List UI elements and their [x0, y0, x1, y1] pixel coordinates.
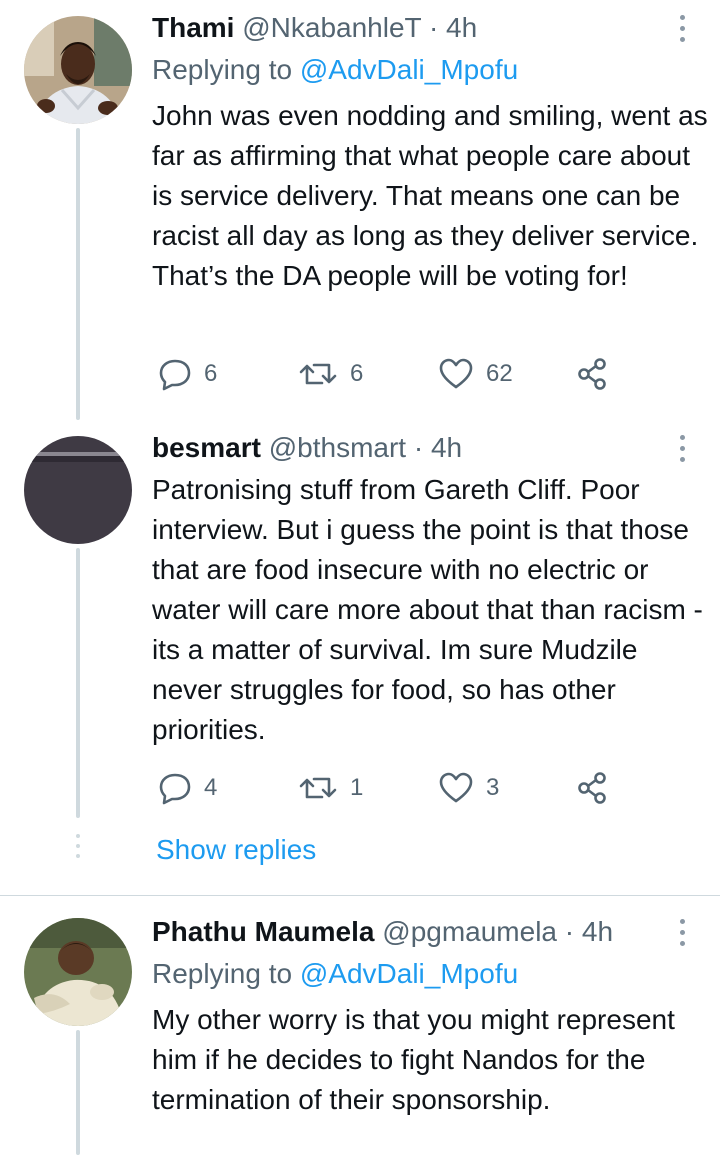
author-handle[interactable]: @pgmaumela — [382, 916, 557, 947]
tweet-header: besmart @bthsmart · 4h — [152, 428, 462, 468]
retweet-count: 1 — [350, 774, 364, 801]
tweet-3[interactable]: Phathu Maumela @pgmaumela · 4h Replying … — [0, 896, 720, 1155]
thread-dots — [76, 834, 80, 864]
avatar-besmart[interactable] — [24, 436, 132, 544]
thread-line — [76, 548, 80, 818]
tweet-1[interactable]: Thami @NkabanhleT · 4h Replying to @AdvD… — [0, 0, 720, 420]
replying-to-label: Replying to — [152, 958, 300, 989]
tweet-time[interactable]: 4h — [446, 12, 477, 43]
tweet-header: Thami @NkabanhleT · 4h — [152, 8, 477, 48]
tweet-text: My other worry is that you might represe… — [152, 1004, 675, 1115]
thread-line — [76, 1030, 80, 1155]
show-replies-link[interactable]: Show replies — [156, 830, 316, 870]
heart-icon — [439, 772, 473, 803]
retweet-button[interactable]: 6 — [298, 354, 363, 394]
share-icon — [578, 772, 606, 804]
share-button[interactable] — [576, 354, 610, 394]
author-name[interactable]: Phathu Maumela — [152, 916, 374, 947]
replying-to-label: Replying to — [152, 54, 300, 85]
tweet-time[interactable]: 4h — [582, 916, 613, 947]
separator-dot: · — [413, 432, 424, 463]
tweet-2[interactable]: besmart @bthsmart · 4h Patronising stuff… — [0, 420, 720, 895]
heart-icon — [439, 358, 473, 389]
retweet-count: 6 — [350, 360, 364, 387]
retweet-button[interactable]: 1 — [298, 768, 363, 808]
thread-line — [76, 128, 80, 420]
more-options-icon[interactable] — [674, 432, 690, 466]
separator-dot: · — [564, 916, 575, 947]
author-handle[interactable]: @bthsmart — [269, 432, 406, 463]
dark-avatar-icon — [24, 436, 132, 544]
more-options-icon[interactable] — [674, 12, 690, 46]
more-options-icon[interactable] — [674, 916, 690, 950]
like-button[interactable]: 3 — [438, 768, 499, 808]
tweet-header: Phathu Maumela @pgmaumela · 4h — [152, 912, 613, 952]
share-icon — [578, 358, 606, 390]
retweet-icon — [299, 363, 337, 385]
reply-button[interactable]: 4 — [158, 768, 217, 808]
tweet-actions: 6 6 62 — [152, 354, 632, 394]
mention-link[interactable]: @AdvDali_Mpofu — [300, 958, 518, 989]
avatar-thami[interactable] — [24, 16, 132, 124]
replying-to: Replying to @AdvDali_Mpofu — [152, 954, 518, 994]
reply-icon — [159, 773, 191, 805]
like-count: 62 — [486, 360, 513, 387]
share-button[interactable] — [576, 768, 610, 808]
retweet-icon — [299, 777, 337, 799]
replying-to: Replying to @AdvDali_Mpofu — [152, 50, 518, 90]
reply-button[interactable]: 6 — [158, 354, 217, 394]
reply-count: 6 — [204, 360, 218, 387]
tweet-text: John was even nodding and smiling, went … — [152, 100, 708, 291]
reply-icon — [159, 359, 191, 391]
separator-dot: · — [428, 12, 439, 43]
tweet-actions: 4 1 3 — [152, 768, 632, 808]
author-handle[interactable]: @NkabanhleT — [242, 12, 421, 43]
like-button[interactable]: 62 — [438, 354, 513, 394]
like-count: 3 — [486, 774, 500, 801]
tweet-time[interactable]: 4h — [431, 432, 462, 463]
baby-photo-icon — [24, 918, 132, 1026]
reply-count: 4 — [204, 774, 218, 801]
mention-link[interactable]: @AdvDali_Mpofu — [300, 54, 518, 85]
person-photo-icon — [24, 16, 132, 124]
avatar-phathu[interactable] — [24, 918, 132, 1026]
author-name[interactable]: Thami — [152, 12, 234, 43]
author-name[interactable]: besmart — [152, 432, 261, 463]
tweet-text: Patronising stuff from Gareth Cliff. Poo… — [152, 474, 703, 745]
